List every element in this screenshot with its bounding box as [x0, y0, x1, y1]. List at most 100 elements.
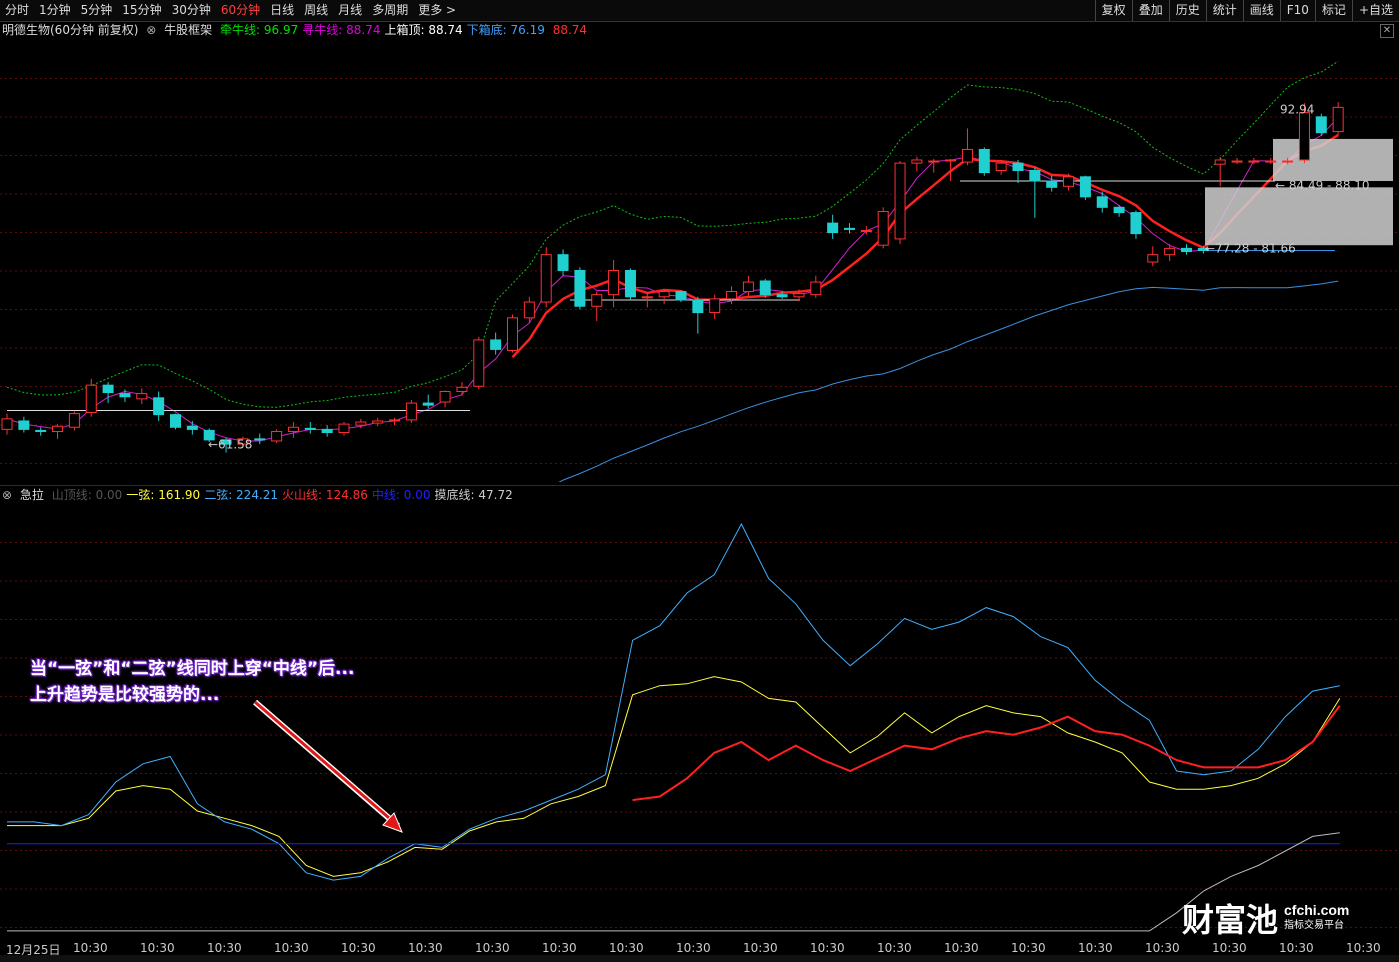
candle-body [422, 402, 434, 406]
price-chart[interactable]: ←61.58 92.94 ← 84.49 - 88.10 ←77.28 - 81.66 [0, 40, 1399, 482]
candle-body [490, 339, 502, 350]
time-tick-9: 10:30 [609, 941, 644, 955]
candle-body [675, 291, 687, 301]
candle-body [658, 291, 670, 298]
candle-body [978, 148, 990, 174]
candle-body [709, 298, 721, 314]
candle-body [136, 393, 148, 400]
candle-body [153, 397, 165, 416]
candle-body [389, 419, 401, 422]
main-legend-value-3: 76.19 [506, 23, 545, 37]
period-tab-5[interactable]: 60分钟 [216, 0, 265, 21]
time-tick-1: 10:30 [73, 941, 108, 955]
candle-body [1, 418, 13, 430]
box-upper-label: ← 84.49 - 88.10 [1275, 178, 1370, 192]
close-icon[interactable]: ✕ [1380, 24, 1394, 38]
toolbar-button-7[interactable]: +自选 [1351, 0, 1399, 21]
resistance-zone [1273, 138, 1393, 182]
main-legend-label-2: 上箱顶: [384, 23, 425, 37]
candle-body [692, 299, 704, 314]
sub-legend-label-0: 山顶线: [51, 488, 92, 502]
period-tab-6[interactable]: 日线 [265, 0, 299, 21]
panel-divider [0, 485, 1399, 486]
candle-body [338, 423, 350, 434]
sub-legend-value-2: 224.21 [232, 488, 279, 502]
period-tab-8[interactable]: 月线 [333, 0, 367, 21]
toolbar-button-2[interactable]: 历史 [1168, 0, 1206, 21]
period-tab-7[interactable]: 周线 [299, 0, 333, 21]
candle-body [1096, 196, 1108, 208]
candle-body [995, 162, 1007, 171]
candle-body [1248, 160, 1260, 163]
watermark-main: 财富池 [1182, 901, 1279, 939]
time-tick-3: 10:30 [207, 941, 242, 955]
indicator-chart[interactable] [0, 504, 1399, 940]
candle-body [1012, 162, 1024, 171]
sub-legend-value-4: 0.00 [399, 488, 431, 502]
period-tab-9[interactable]: 多周期 [367, 0, 413, 21]
toolbar-button-6[interactable]: 标记 [1314, 0, 1352, 21]
main-legend-value-4: 88.74 [548, 23, 588, 37]
candle-body [18, 420, 30, 430]
candle-body [85, 384, 97, 414]
main-legend-item-1: 寻牛线: 88.74 [302, 23, 380, 37]
candle-body [186, 425, 198, 430]
time-tick-16: 10:30 [1078, 941, 1113, 955]
time-tick-6: 10:30 [408, 941, 443, 955]
candle-body [35, 429, 47, 432]
watermark-logo: 财富池 cfchi.com 指标交易平台 [1182, 895, 1349, 941]
candle-body [1029, 169, 1041, 182]
candle-body [591, 294, 603, 307]
candle-body [726, 291, 738, 300]
candle-body [1298, 112, 1310, 161]
candle-body [119, 393, 131, 398]
toolbar-button-1[interactable]: 叠加 [1131, 0, 1169, 21]
candle-body [1113, 206, 1125, 214]
toolbar-button-3[interactable]: 统计 [1205, 0, 1243, 21]
candle-body [52, 425, 64, 432]
period-tab-10[interactable]: 更多 > [413, 0, 461, 21]
toolbar-button-5[interactable]: F10 [1279, 0, 1315, 21]
candle-body [624, 269, 636, 298]
period-tab-4[interactable]: 30分钟 [167, 0, 216, 21]
tool-buttons: 复权 叠加 历史 统计 画线 F10 标记 +自选 [1094, 0, 1399, 21]
candle-body [894, 162, 906, 240]
candle-body [742, 281, 754, 293]
candle-body [355, 421, 367, 426]
candle-body [1282, 160, 1294, 163]
time-tick-4: 10:30 [274, 941, 309, 955]
candle-body [961, 148, 973, 163]
time-tick-5: 10:30 [341, 941, 376, 955]
bottom-status-bar [0, 955, 1399, 962]
period-tab-0[interactable]: 分时 [0, 0, 34, 21]
candle-body [1231, 160, 1243, 163]
time-tick-7: 10:30 [475, 941, 510, 955]
candle-body [170, 414, 181, 428]
sub-toggle-icon[interactable]: ⊗ [2, 488, 12, 502]
annotation-line-1: 当“一弦”和“二弦”线同时上穿“中线”后... [30, 659, 355, 679]
candle-body [608, 269, 620, 296]
main-legend-items: 牵牛线: 96.97 寻牛线: 88.74 上箱顶: 88.74 下箱底: 76.19… [220, 23, 591, 37]
main-legend-value-2: 88.74 [424, 23, 463, 37]
candle-body [793, 293, 805, 298]
period-tabs: 分时 1分钟 5分钟 15分钟 30分钟 60分钟 日线 周线 月线 多周期 更多 > [0, 0, 461, 21]
toolbar-button-4[interactable]: 画线 [1242, 0, 1280, 21]
indicator-toggle-icon[interactable]: ⊗ [146, 23, 156, 37]
main-legend-item-3: 下箱底: 76.19 [467, 23, 545, 37]
time-tick-20: 10:30 [1346, 941, 1381, 955]
candle-body [540, 254, 552, 303]
main-legend-value-0: 96.97 [260, 23, 299, 37]
candle-body [254, 438, 266, 441]
toolbar-button-0[interactable]: 复权 [1094, 0, 1132, 21]
period-tab-1[interactable]: 1分钟 [34, 0, 76, 21]
period-tab-2[interactable]: 5分钟 [76, 0, 118, 21]
candle-body [1265, 160, 1277, 163]
watermark-domain: cfchi.com [1284, 902, 1350, 918]
sub-legend-label-5: 摸底线: [434, 488, 475, 502]
sub-legend-value-5: 47.72 [474, 488, 513, 502]
sub-legend-item-4: 中线: 0.00 [372, 488, 431, 502]
period-tab-3[interactable]: 15分钟 [117, 0, 166, 21]
sub-legend-item-0: 山顶线: 0.00 [52, 488, 123, 502]
candle-body [1063, 176, 1075, 187]
support-zone [1205, 187, 1393, 246]
